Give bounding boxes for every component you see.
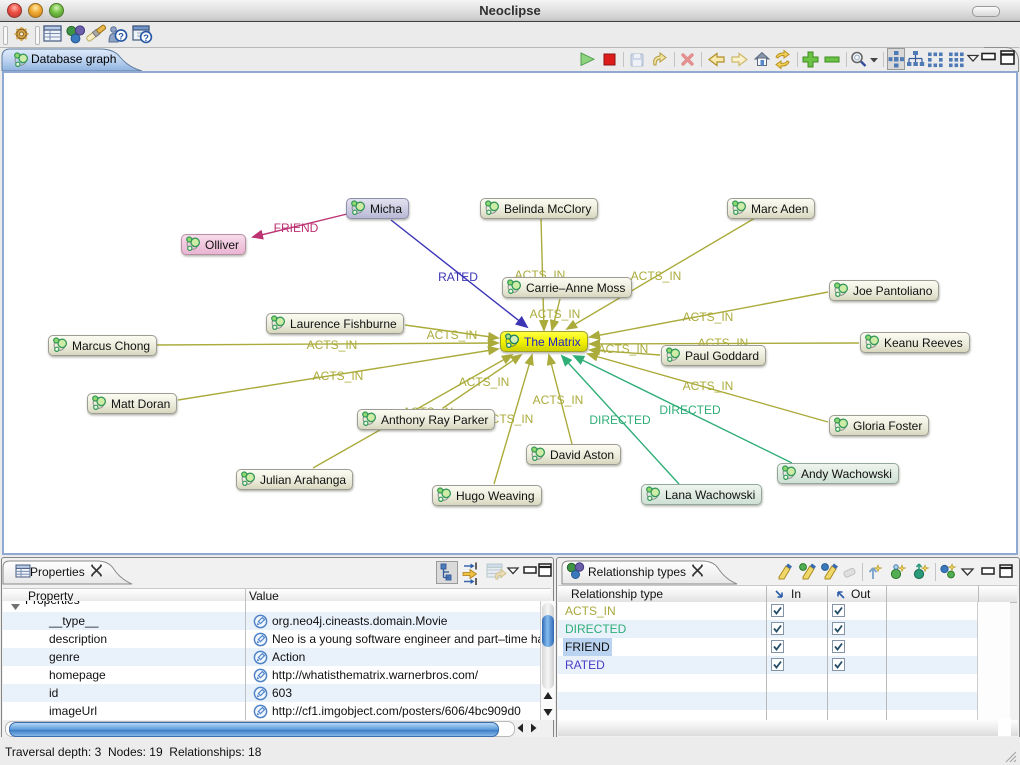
- svg-text:?: ?: [143, 33, 149, 44]
- svg-text:ACTS_IN: ACTS_IN: [530, 307, 581, 321]
- svg-text:ACTS_IN: ACTS_IN: [631, 269, 682, 283]
- svg-text:ACTS_IN: ACTS_IN: [683, 310, 734, 324]
- svg-text:ACTS_IN: ACTS_IN: [427, 328, 478, 342]
- svg-text:DIRECTED: DIRECTED: [589, 413, 651, 427]
- svg-text:FRIEND: FRIEND: [274, 221, 319, 235]
- svg-text:ACTS_IN: ACTS_IN: [683, 379, 734, 393]
- svg-text:ACTS_IN: ACTS_IN: [598, 342, 649, 356]
- svg-text:ACTS_IN: ACTS_IN: [307, 338, 358, 352]
- svg-text:DIRECTED: DIRECTED: [659, 403, 721, 417]
- svg-text:RATED: RATED: [438, 270, 478, 284]
- svg-text:?: ?: [118, 31, 124, 42]
- svg-text:ACTS_IN: ACTS_IN: [313, 369, 364, 383]
- svg-text:ACTS_IN: ACTS_IN: [533, 393, 584, 407]
- svg-text:ACTS_IN: ACTS_IN: [459, 375, 510, 389]
